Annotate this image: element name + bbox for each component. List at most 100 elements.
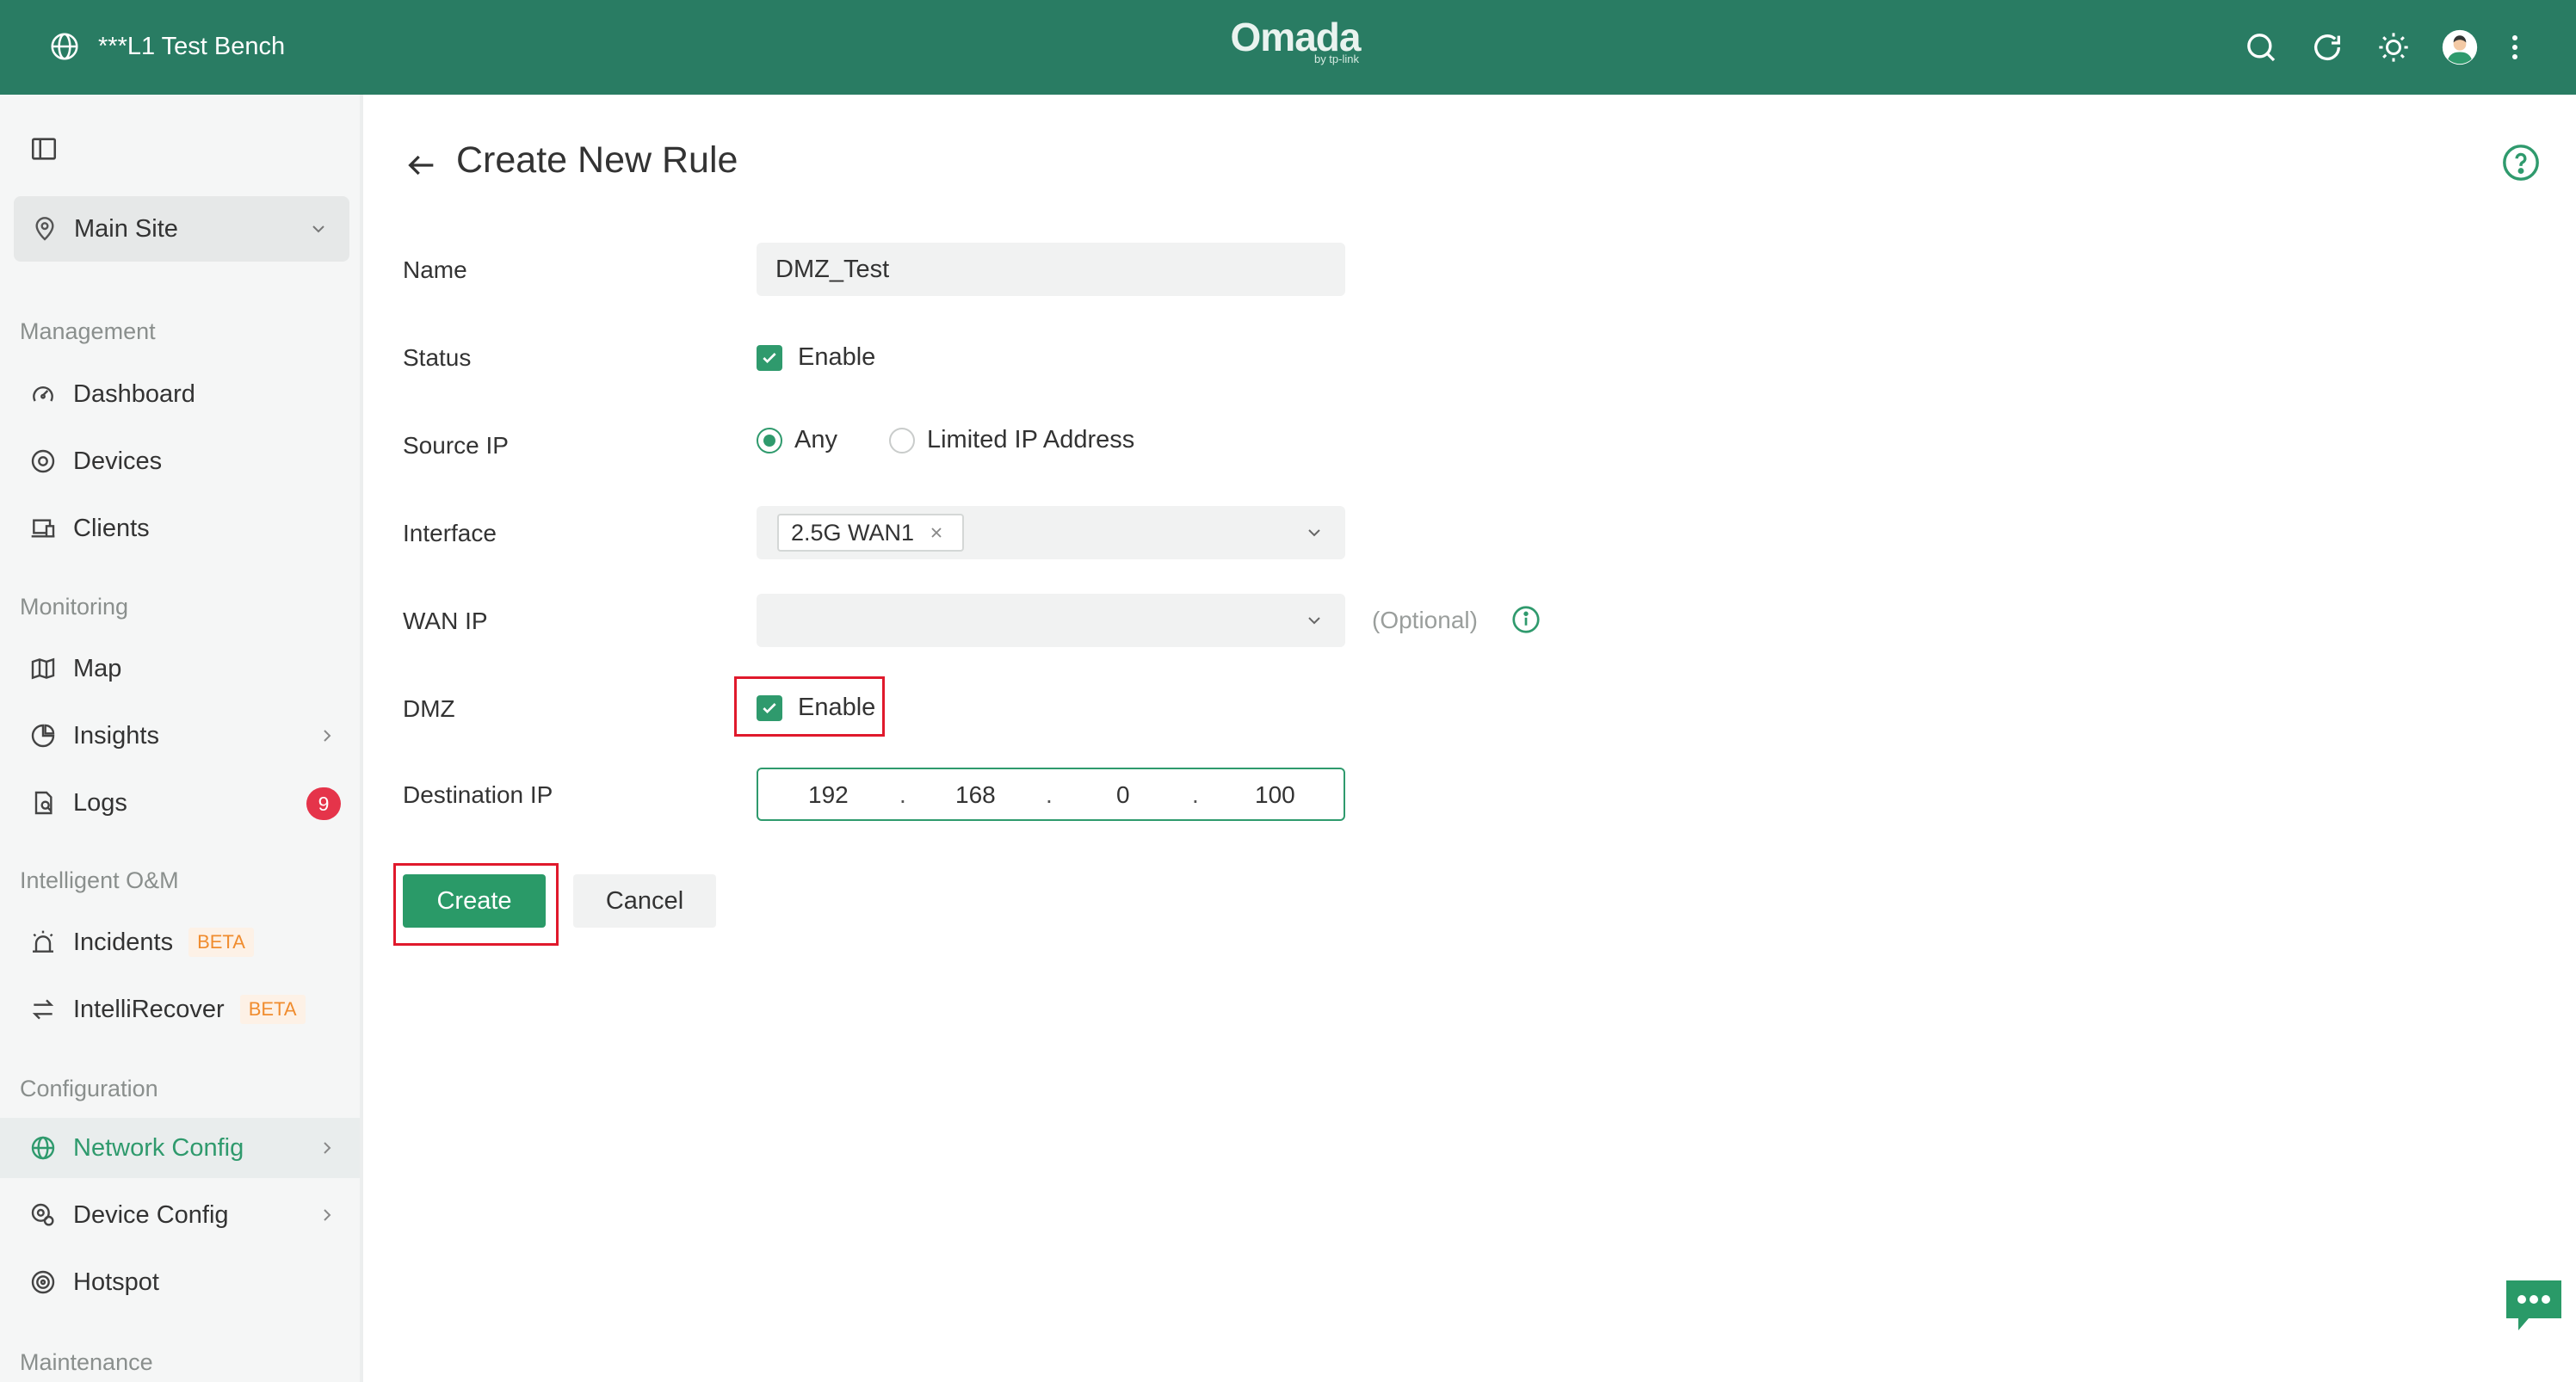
interface-select[interactable]: 2.5G WAN1 <box>757 506 1345 559</box>
page-title: Create New Rule <box>456 139 738 181</box>
close-icon[interactable] <box>930 526 943 540</box>
section-configuration: Configuration <box>20 1076 158 1101</box>
ip-octet-1[interactable]: 192 <box>808 781 849 809</box>
top-bar: ***L1 Test Bench Omada by tp-link <box>0 0 2576 95</box>
beta-badge: BETA <box>188 928 254 957</box>
user-avatar[interactable] <box>2440 28 2480 67</box>
sidebar-item-label: Map <box>73 654 122 682</box>
globe-icon <box>48 30 81 63</box>
site-selector-label: Main Site <box>74 214 178 243</box>
sidebar-item-network-config[interactable]: Network Config <box>0 1118 360 1178</box>
sidebar-item-logs[interactable]: Logs 9 <box>0 773 360 833</box>
clients-laptop-icon <box>28 513 59 544</box>
dmz-enable-label: Enable <box>798 694 876 721</box>
beta-badge: BETA <box>239 995 306 1024</box>
sidebar-item-label: Dashboard <box>73 379 195 408</box>
chevron-down-icon <box>1304 522 1325 543</box>
more-vertical-icon[interactable] <box>2506 28 2523 67</box>
chevron-down-icon <box>308 219 329 239</box>
chevron-right-icon <box>317 1138 337 1158</box>
site-name: ***L1 Test Bench <box>98 32 286 60</box>
theme-sun-icon[interactable] <box>2374 28 2413 67</box>
checkbox-checked-icon <box>757 344 782 371</box>
source-ip-any-radio[interactable] <box>757 427 782 453</box>
device-config-gear-icon <box>28 1200 59 1231</box>
name-input-value: DMZ_Test <box>775 256 890 283</box>
ip-octet-3[interactable]: 0 <box>1116 781 1130 809</box>
wan-ip-optional-hint: (Optional) <box>1372 607 1478 633</box>
sidebar-item-label: Logs <box>73 788 127 817</box>
wan-ip-select[interactable] <box>757 594 1345 647</box>
search-icon[interactable] <box>2241 28 2281 67</box>
back-arrow-icon[interactable] <box>405 148 439 182</box>
create-button[interactable]: Create <box>403 874 546 928</box>
dmz-enable-checkbox[interactable]: Enable <box>757 694 875 722</box>
chevron-right-icon <box>317 1205 337 1225</box>
logs-count-badge: 9 <box>306 787 341 820</box>
insights-pie-icon <box>28 720 59 751</box>
destination-ip-input[interactable]: 192 . 168 . 0 . 100 <box>757 768 1345 821</box>
name-label: Name <box>403 256 467 283</box>
checkbox-checked-icon <box>757 694 782 721</box>
omada-logo: Omada by tp-link <box>1226 17 1364 65</box>
site-switcher[interactable]: ***L1 Test Bench <box>31 30 285 63</box>
source-ip-limited-label: Limited IP Address <box>926 426 1135 453</box>
sidebar-item-dashboard[interactable]: Dashboard <box>0 364 360 424</box>
sidebar-item-label: Clients <box>73 514 150 542</box>
sidebar-item-intellirecover[interactable]: IntelliRecover BETA <box>0 979 360 1040</box>
intellirecover-swap-icon <box>28 994 59 1025</box>
ip-dot-1: . <box>899 781 906 808</box>
ip-dot-3: . <box>1192 781 1199 808</box>
sidebar-item-devices[interactable]: Devices <box>0 431 360 491</box>
network-globe-icon <box>28 1132 59 1163</box>
logs-icon <box>28 787 59 818</box>
interface-tag: 2.5G WAN1 <box>777 514 965 552</box>
cancel-button[interactable]: Cancel <box>573 874 716 928</box>
status-enable-checkbox[interactable]: Enable <box>757 343 875 372</box>
sidebar-item-label: Insights <box>73 721 159 750</box>
status-label: Status <box>403 344 472 371</box>
location-pin-icon <box>31 215 59 243</box>
sidebar-item-label: Devices <box>73 447 163 475</box>
main-content: Create New Rule Name DMZ_Test Status Ena… <box>363 95 2576 1382</box>
section-management: Management <box>20 318 156 344</box>
chat-support-icon[interactable] <box>2503 1277 2565 1336</box>
sidebar-item-map[interactable]: Map <box>0 639 360 699</box>
status-enable-label: Enable <box>798 343 876 371</box>
sidebar-item-label: Device Config <box>73 1200 229 1229</box>
sidebar-item-label: Hotspot <box>73 1268 159 1296</box>
sidebar-item-hotspot[interactable]: Hotspot <box>0 1252 360 1312</box>
sidebar-item-label: Network Config <box>73 1133 244 1162</box>
ip-octet-4[interactable]: 100 <box>1255 781 1295 809</box>
site-selector[interactable]: Main Site <box>14 196 349 262</box>
sidebar-item-incidents[interactable]: Incidents BETA <box>0 912 360 972</box>
chevron-right-icon <box>317 725 337 746</box>
ip-octet-2[interactable]: 168 <box>955 781 996 809</box>
info-icon[interactable] <box>1510 604 1541 635</box>
map-icon <box>28 653 59 684</box>
interface-label: Interface <box>403 520 497 546</box>
devices-icon <box>28 446 59 477</box>
sidebar-item-label: IntelliRecover <box>73 995 225 1023</box>
sidebar-item-clients[interactable]: Clients <box>0 498 360 558</box>
source-ip-limited-radio[interactable] <box>888 427 915 453</box>
incidents-alarm-icon <box>28 927 59 958</box>
dmz-label: DMZ <box>403 695 455 722</box>
sidebar: Main Site Management Dashboard Devices C… <box>0 95 363 1382</box>
brand-name: Omada <box>1230 15 1362 59</box>
dashboard-gauge-icon <box>28 379 59 410</box>
sidebar-item-insights[interactable]: Insights <box>0 706 360 766</box>
name-input[interactable]: DMZ_Test <box>757 243 1345 296</box>
section-maintenance: Maintenance <box>20 1349 153 1375</box>
source-ip-any-label: Any <box>794 426 837 453</box>
section-intelligent-om: Intelligent O&M <box>20 867 179 893</box>
sidebar-item-device-config[interactable]: Device Config <box>0 1185 360 1245</box>
sidebar-collapse-icon[interactable] <box>29 134 59 163</box>
refresh-icon[interactable] <box>2307 28 2347 67</box>
help-icon[interactable] <box>2501 143 2541 182</box>
wan-ip-label: WAN IP <box>403 608 488 634</box>
destination-ip-label: Destination IP <box>403 781 553 808</box>
source-ip-label: Source IP <box>403 432 509 459</box>
sidebar-item-label: Incidents <box>73 928 174 956</box>
interface-tag-label: 2.5G WAN1 <box>791 519 915 546</box>
